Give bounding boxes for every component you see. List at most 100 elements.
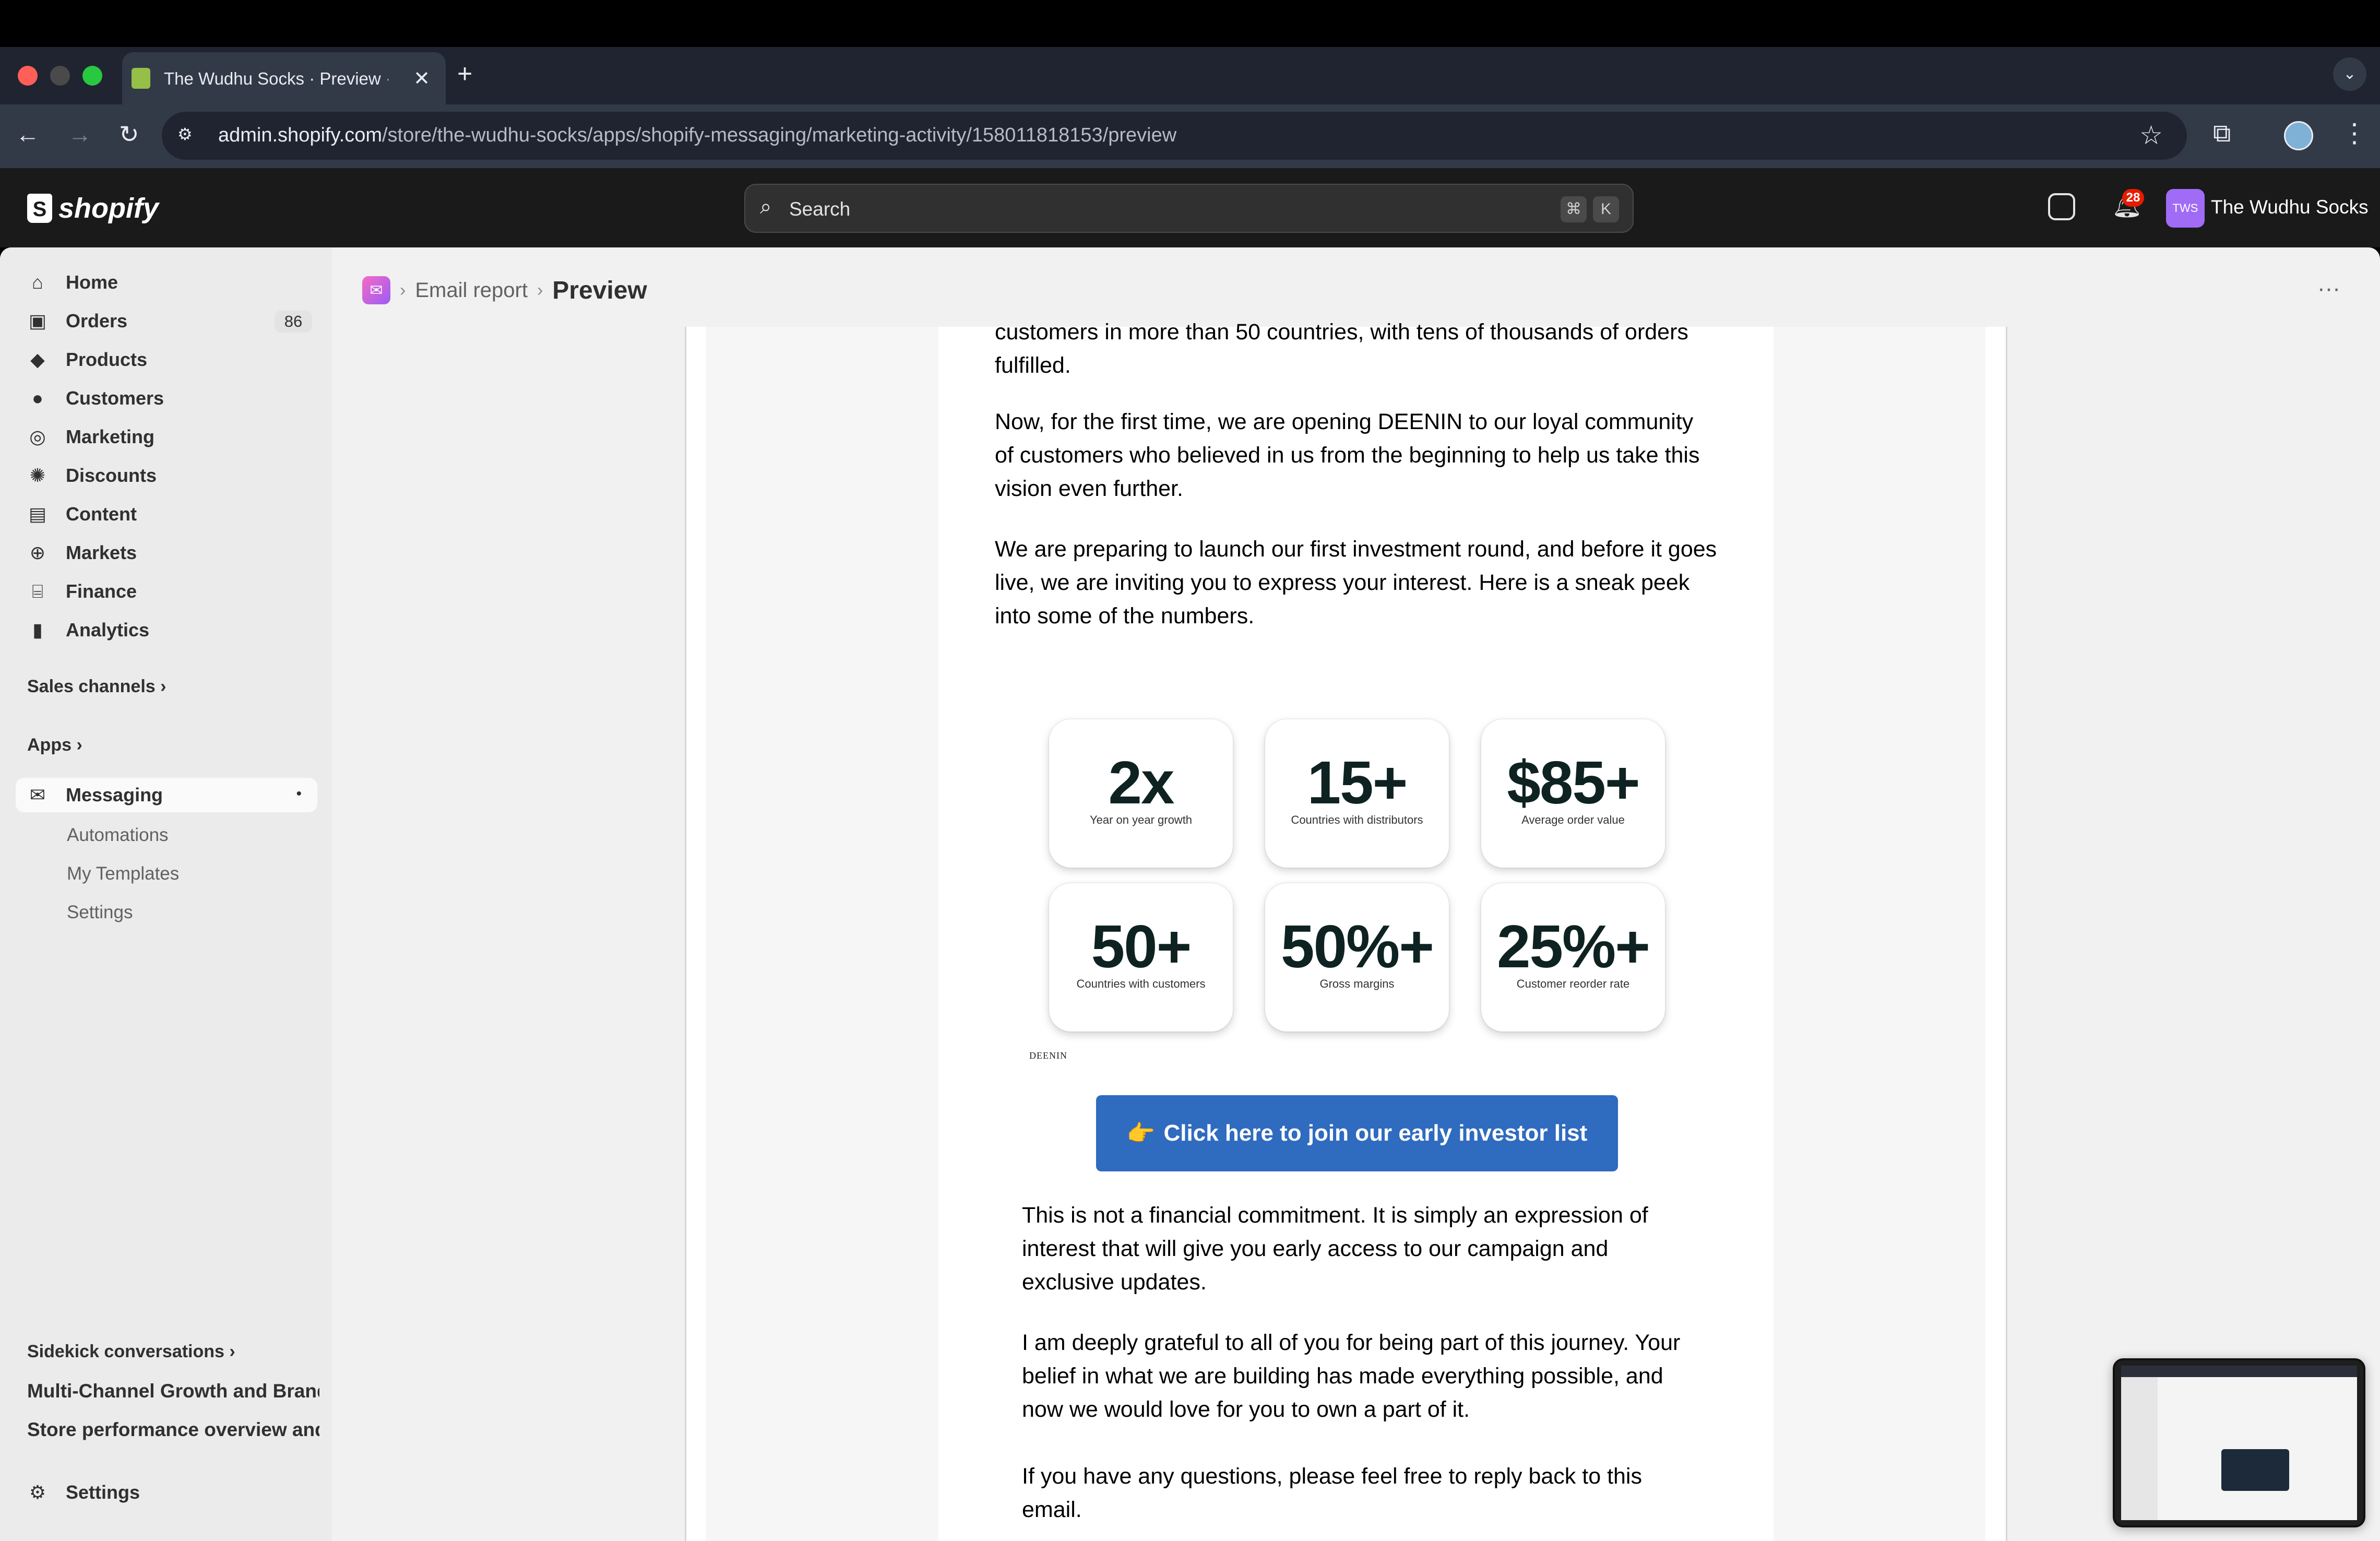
chevron-right-icon: › <box>229 1342 235 1361</box>
email-text-line: exclusive updates. <box>1022 1270 1207 1295</box>
email-text-line: belief in what we are building has made … <box>1022 1364 1663 1389</box>
browser-menu-icon[interactable]: ⋮ <box>2341 118 2367 148</box>
conversation-item[interactable]: Store performance overview and analysis <box>27 1419 319 1441</box>
thumbnail-bar <box>2121 1366 2357 1377</box>
email-paragraph-3: This is not a financial commitment. It i… <box>1022 1199 1648 1299</box>
email-text-line: email. <box>1022 1497 1082 1522</box>
forward-arrow-icon[interactable]: → <box>68 120 92 148</box>
sidebar-item-settings[interactable]: ⚙ Settings <box>16 1475 317 1510</box>
apps-heading[interactable]: Apps › <box>27 735 82 755</box>
back-arrow-icon[interactable]: ← <box>16 120 40 148</box>
browser-tab[interactable]: The Wudhu Socks · Preview · Shopify ✕ <box>122 52 446 104</box>
chevron-right-icon: › <box>76 735 82 755</box>
screen-top-bar <box>0 0 2380 47</box>
email-text-line: This is not a financial commitment. It i… <box>1022 1203 1648 1228</box>
sidebar-item-home[interactable]: ⌂ Home <box>16 265 317 300</box>
profile-avatar[interactable] <box>2284 121 2313 150</box>
bar-chart-icon: ▮ <box>32 619 43 641</box>
sidebar-item-orders[interactable]: ▣ Orders 86 <box>16 304 317 338</box>
sidekick-icon[interactable] <box>2048 193 2075 220</box>
shopify-logo[interactable]: S shopify <box>27 192 159 224</box>
sidebar-item-customers[interactable]: ● Customers <box>16 381 317 416</box>
more-actions-icon[interactable]: ··· <box>2317 276 2340 302</box>
url-path: /store/the-wudhu-socks/apps/shopify-mess… <box>382 124 1177 146</box>
extensions-puzzle-icon[interactable]: ⧉ <box>2213 119 2231 148</box>
stat-card: 50%+ Gross margins <box>1265 883 1449 1032</box>
reload-icon[interactable]: ↻ <box>119 120 139 148</box>
sales-channels-heading[interactable]: Sales channels › <box>27 677 166 697</box>
new-tab-button[interactable]: + <box>457 58 472 89</box>
sidebar-item-products[interactable]: ◆ Products <box>16 342 317 377</box>
email-text-line: interest that will give you early access… <box>1022 1236 1609 1261</box>
search-bar[interactable]: ⌕ Search ⌘ K <box>744 184 1634 233</box>
stat-value: 15+ <box>1307 749 1408 816</box>
stat-caption: Gross margins <box>1319 977 1395 990</box>
bookmark-star-icon[interactable]: ☆ <box>2139 120 2163 150</box>
sidebar-item-content[interactable]: ▤ Content <box>16 497 317 531</box>
sidebar-item-markets[interactable]: ⊕ Markets <box>16 536 317 570</box>
stat-value: $85+ <box>1507 749 1640 816</box>
sidebar-sub-automations[interactable]: Automations <box>67 825 169 846</box>
sidekick-conversations-heading[interactable]: Sidekick conversations › <box>27 1342 235 1362</box>
stat-caption: Countries with customers <box>1076 977 1206 990</box>
sidebar-item-label: Finance <box>66 580 137 602</box>
sidebar-item-label: Content <box>66 503 137 525</box>
cta-label: Click here to join our early investor li… <box>1163 1120 1588 1146</box>
apps-label: Apps <box>27 735 72 755</box>
sidebar-item-label: Products <box>66 349 148 370</box>
pin-dot-icon: • <box>296 785 302 802</box>
sidebar-item-label: Messaging <box>66 784 163 805</box>
sidebar: ⌂ Home ▣ Orders 86 ◆ Products ● Customers ◎ Ma… <box>0 247 332 1541</box>
stat-caption: Countries with distributors <box>1291 813 1423 826</box>
messaging-icon: ✉ <box>29 784 46 805</box>
email-text-line: I am deeply grateful to all of you for b… <box>1022 1330 1681 1355</box>
tab-search-chevron-icon[interactable]: ⌄ <box>2333 57 2366 91</box>
messaging-app-icon[interactable]: ✉ <box>362 276 390 304</box>
email-text-line: fulfilled. <box>995 353 1071 378</box>
sidebar-item-marketing[interactable]: ◎ Marketing <box>16 420 317 454</box>
tab-close-icon[interactable]: ✕ <box>413 67 430 90</box>
breadcrumb-separator-icon: › <box>537 280 543 300</box>
stat-card: 25%+ Customer reorder rate <box>1481 883 1665 1032</box>
window-zoom-button[interactable] <box>82 66 102 86</box>
window-close-button[interactable] <box>18 66 38 86</box>
sidebar-item-label: Orders <box>66 310 128 331</box>
url-text[interactable]: admin.shopify.com/store/the-wudhu-socks/… <box>218 124 1176 147</box>
discount-icon: ✺ <box>29 465 46 486</box>
stat-caption: Year on year growth <box>1089 813 1193 826</box>
chevron-right-icon: › <box>160 677 166 696</box>
url-host: admin.shopify.com <box>218 124 382 146</box>
stat-value: 2x <box>1108 749 1174 816</box>
bank-icon: ⌸ <box>32 580 43 602</box>
sidebar-item-messaging[interactable]: ✉ Messaging • <box>16 778 317 812</box>
store-name[interactable]: The Wudhu Socks <box>2211 196 2369 218</box>
address-bar[interactable]: ⚙ admin.shopify.com/store/the-wudhu-sock… <box>162 112 2187 160</box>
email-text-line: now we would love for you to own a part … <box>1022 1397 1470 1422</box>
shortcut-cmd-key: ⌘ <box>1561 196 1587 222</box>
sidebar-item-finance[interactable]: ⌸ Finance <box>16 574 317 609</box>
sidebar-item-analytics[interactable]: ▮ Analytics <box>16 613 317 647</box>
sidebar-sub-my-templates[interactable]: My Templates <box>67 863 179 884</box>
search-icon: ⌕ <box>760 195 772 218</box>
site-info-icon[interactable]: ⚙ <box>177 124 200 147</box>
person-icon: ● <box>32 387 43 409</box>
email-text-line: customers in more than 50 countries, wit… <box>995 319 1688 345</box>
notifications-count-badge: 28 <box>2122 189 2144 207</box>
sidebar-item-label: Markets <box>66 542 137 563</box>
breadcrumb-email-report[interactable]: Email report <box>415 279 528 302</box>
store-avatar[interactable]: TWS <box>2166 189 2205 228</box>
conversation-item[interactable]: Multi-Channel Growth and Brand Strategy <box>27 1380 319 1402</box>
sidebar-sub-settings[interactable]: Settings <box>67 902 133 923</box>
sidebar-item-label: Marketing <box>66 426 155 447</box>
thumbnail-image <box>2221 1449 2289 1491</box>
breadcrumb: ✉ › Email report › Preview <box>362 275 647 306</box>
investor-list-button[interactable]: 👉 Click here to join our early investor … <box>1096 1095 1618 1171</box>
stat-card: $85+ Average order value <box>1481 719 1665 868</box>
sidebar-item-label: Discounts <box>66 465 157 486</box>
email-paragraph-2: We are preparing to launch our first inv… <box>995 532 1717 633</box>
stat-card: 15+ Countries with distributors <box>1265 719 1449 868</box>
window-minimize-button[interactable] <box>50 66 70 86</box>
sidebar-item-discounts[interactable]: ✺ Discounts <box>16 458 317 493</box>
screen-recording-thumbnail[interactable] <box>2113 1358 2365 1527</box>
gear-icon: ⚙ <box>29 1481 46 1503</box>
